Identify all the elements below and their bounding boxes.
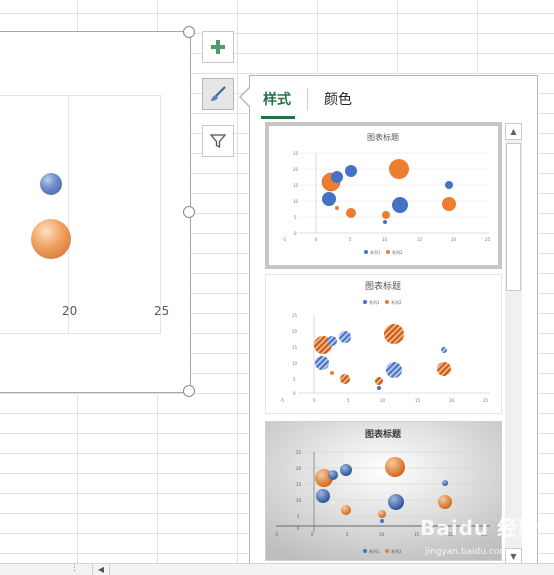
- tab-divider: [307, 88, 308, 110]
- thumbnail-title: 图表标题: [365, 428, 402, 440]
- thumb-y-tick: 10: [292, 361, 298, 366]
- chart-area[interactable]: 20 25: [0, 31, 191, 393]
- more-options-icon[interactable]: ⋮: [70, 563, 79, 573]
- thumb-y-tick: 20: [296, 466, 302, 471]
- panel-pointer-fill: [241, 87, 251, 107]
- thumb-x-tick: 10: [379, 532, 385, 537]
- thumb-x-tick: 15: [414, 532, 420, 537]
- thumb-y-tick: 10: [296, 498, 302, 503]
- scroll-thumb[interactable]: [506, 143, 521, 291]
- gridline: [68, 96, 69, 334]
- thumb-x-tick: 15: [415, 398, 421, 403]
- thumb-x-tick: 15: [417, 237, 423, 242]
- style-thumbnail-2[interactable]: 图表标题 系列1 系列2 25 20 15 10 5 0 -5 0 5 10 1…: [265, 274, 502, 414]
- thumb-y-tick: 15: [296, 482, 302, 487]
- thumbnail-title: 图表标题: [367, 132, 399, 142]
- x-tick-label: 25: [154, 304, 170, 318]
- thumb-legend-item: 系列1: [369, 299, 380, 305]
- thumb-legend-item: 系列1: [369, 548, 380, 554]
- data-bubble-series2[interactable]: [31, 219, 71, 259]
- thumb-x-tick: -5: [274, 532, 278, 537]
- thumb-y-tick: 15: [293, 183, 299, 188]
- thumb-legend-item: 系列2: [391, 548, 402, 554]
- thumb-x-tick: 25: [485, 237, 491, 242]
- thumb-legend-item: 系列1: [370, 249, 381, 255]
- plot-area[interactable]: [0, 95, 161, 334]
- resize-handle[interactable]: [183, 26, 195, 38]
- selected-tab-indicator: [261, 116, 295, 119]
- scroll-left-icon[interactable]: ◀: [92, 564, 110, 575]
- thumb-x-tick: 10: [380, 398, 386, 403]
- thumb-y-tick: 25: [293, 151, 299, 156]
- style-thumbnail-1[interactable]: 图表标题 25 20 15 10 5 0 -5 0 5 10 15 20 25: [265, 122, 502, 269]
- thumb-y-tick: 25: [296, 450, 302, 455]
- resize-handle[interactable]: [183, 385, 195, 397]
- thumb-y-tick: 10: [293, 199, 299, 204]
- thumbnail-title: 图表标题: [365, 280, 401, 292]
- resize-handle[interactable]: [183, 206, 195, 218]
- tab-style[interactable]: 样式: [263, 89, 291, 109]
- watermark-logo: Baidu 经验: [420, 516, 540, 540]
- x-tick-label: 20: [62, 304, 78, 318]
- thumb-x-tick: 25: [483, 398, 489, 403]
- thumb-y-tick: 20: [292, 329, 298, 334]
- plus-icon: [211, 40, 225, 54]
- thumb-legend-item: 系列2: [392, 249, 403, 255]
- thumb-x-tick: -5: [280, 398, 284, 403]
- chart-styles-button[interactable]: [202, 78, 234, 110]
- thumb-y-tick: 15: [292, 345, 298, 350]
- scroll-up-button[interactable]: ▲: [505, 123, 522, 140]
- thumb-x-tick: -5: [282, 237, 286, 242]
- thumb-x-tick: 20: [449, 398, 455, 403]
- thumb-y-tick: 25: [292, 313, 298, 318]
- tab-color[interactable]: 颜色: [324, 89, 352, 109]
- paintbrush-icon: [211, 86, 226, 101]
- funnel-icon: [209, 134, 227, 149]
- gridline: [0, 333, 160, 334]
- chart-style-panel: 样式 颜色 图表标题 25 20 15 10 5 0 -5 0 5 10 15 …: [249, 75, 538, 569]
- thumb-x-tick: 20: [451, 237, 457, 242]
- chart-filters-button[interactable]: [202, 125, 234, 157]
- sheet-tab-bar: ⋮ ◀: [0, 563, 554, 575]
- thumb-y-tick: 20: [293, 167, 299, 172]
- chart-elements-button[interactable]: [202, 31, 234, 63]
- data-bubble-series1[interactable]: [40, 173, 62, 195]
- thumb-legend-item: 系列2: [391, 299, 402, 305]
- thumb-x-tick: 10: [382, 237, 388, 242]
- panel-scrollbar[interactable]: ▲ ▼: [505, 123, 522, 565]
- watermark-url: jingyan.baidu.com: [425, 547, 509, 557]
